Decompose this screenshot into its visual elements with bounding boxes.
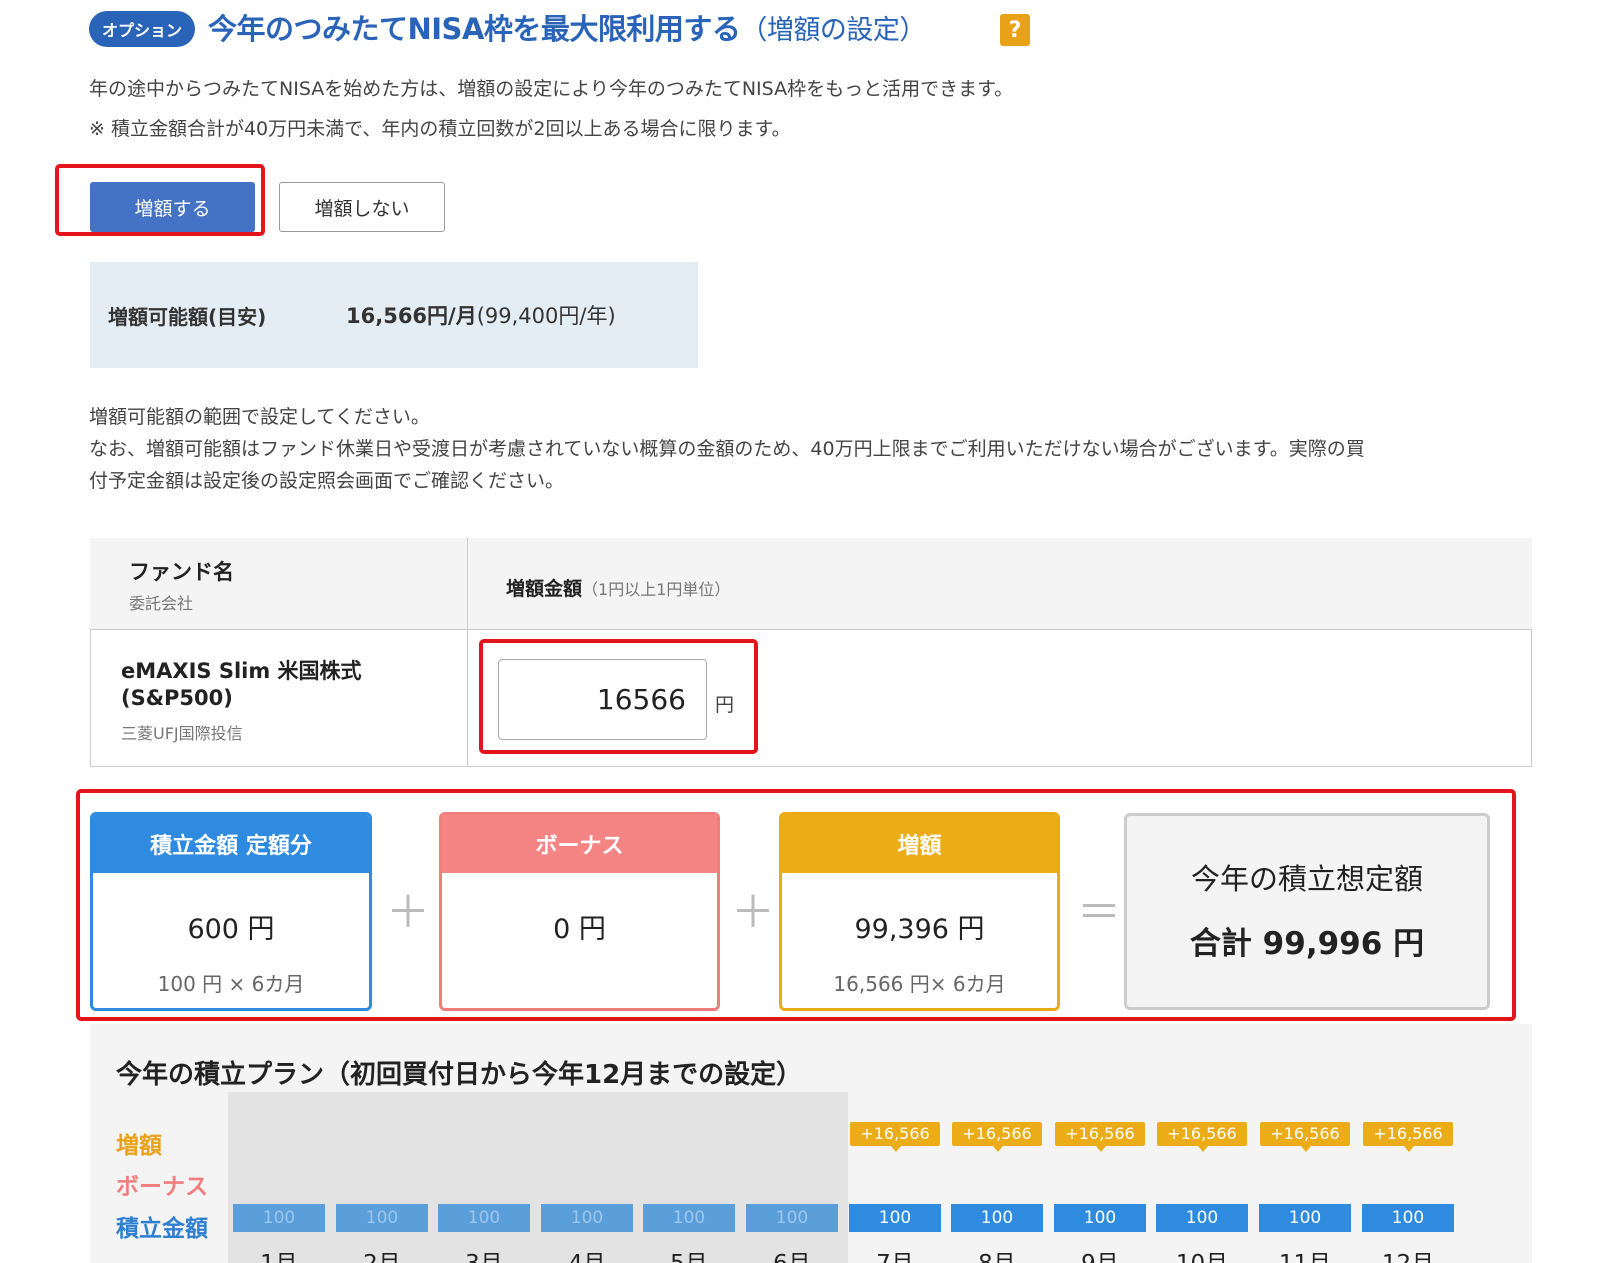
setting-note-3: 付予定金額は設定後の設定照会画面でご確認ください。 bbox=[89, 470, 565, 492]
available-monthly: 16,566円/月 bbox=[346, 304, 477, 328]
fixed-bar: 100 bbox=[1054, 1204, 1146, 1232]
card-bonus-title: ボーナス bbox=[442, 815, 717, 873]
header-amount-label: 増額金額 bbox=[506, 578, 583, 600]
month-label: 12月 bbox=[1362, 1244, 1454, 1263]
header-company: 委託会社 bbox=[129, 594, 194, 613]
card-increase-title: 増額 bbox=[782, 815, 1057, 873]
card-increase-value: 99,396 円 bbox=[854, 914, 985, 945]
header-amount-note: （1円以上1円単位） bbox=[582, 580, 731, 599]
plan-title: 今年の積立プラン（初回買付日から今年12月までの設定） bbox=[116, 1060, 803, 1090]
title-main: 今年のつみたてNISA枠を最大限利用する bbox=[208, 12, 741, 46]
fixed-bar: 100 bbox=[1156, 1204, 1248, 1232]
plan-label-increase: 増額 bbox=[116, 1133, 162, 1159]
increase-bar: +16,566 bbox=[850, 1122, 940, 1152]
setting-note-2: なお、増額可能額はファンド休業日や受渡日が考慮されていない概算の金額のため、40… bbox=[89, 438, 1365, 460]
table-divider bbox=[467, 538, 468, 767]
increase-amount-input[interactable] bbox=[498, 659, 707, 740]
equals-sign: ＝ bbox=[1077, 887, 1121, 938]
available-amount-label: 増額可能額(目安) bbox=[108, 305, 267, 329]
month-label: 1月 bbox=[233, 1244, 325, 1263]
total-value: 合計 99,996 円 bbox=[1189, 926, 1425, 962]
fund-table-header bbox=[90, 538, 1532, 630]
fixed-bar: 100 bbox=[1259, 1204, 1351, 1232]
condition-note: ※ 積立金額合計が40万円未満で、年内の積立回数が2回以上ある場合に限ります。 bbox=[89, 118, 791, 140]
plus-sign: ＋ bbox=[386, 887, 430, 938]
page-title: 今年のつみたてNISA枠を最大限利用する（増額の設定） bbox=[208, 6, 926, 48]
increase-bar: +16,566 bbox=[1363, 1122, 1453, 1152]
month-label: 5月 bbox=[643, 1244, 735, 1263]
fund-name: eMAXIS Slim 米国株式 bbox=[121, 659, 362, 683]
month-label: 9月 bbox=[1054, 1244, 1146, 1263]
month-label: 3月 bbox=[438, 1244, 530, 1263]
amount-unit: 円 bbox=[715, 694, 735, 716]
fixed-bar: 100 bbox=[438, 1204, 530, 1232]
card-fixed-title: 積立金額 定額分 bbox=[93, 815, 369, 873]
card-bonus: ボーナス 0 円 bbox=[439, 812, 720, 1011]
available-amount-value: 16,566円/月(99,400円/年) bbox=[346, 300, 616, 330]
month-label: 7月 bbox=[849, 1244, 941, 1263]
fund-company: 三菱UFJ国際投信 bbox=[121, 724, 243, 743]
increase-button[interactable]: 増額する bbox=[90, 182, 255, 232]
fixed-bar: 100 bbox=[643, 1204, 735, 1232]
month-label: 10月 bbox=[1156, 1244, 1248, 1263]
card-total: 今年の積立想定額 合計 99,996 円 bbox=[1124, 813, 1490, 1010]
plan-label-bonus: ボーナス bbox=[116, 1174, 208, 1200]
title-sub: （増額の設定） bbox=[740, 15, 926, 46]
fixed-bar: 100 bbox=[849, 1204, 941, 1232]
no-increase-button[interactable]: 増額しない bbox=[279, 182, 445, 232]
month-label: 4月 bbox=[541, 1244, 633, 1263]
option-badge: オプション bbox=[89, 11, 195, 47]
fixed-bar: 100 bbox=[1362, 1204, 1454, 1232]
fixed-bar: 100 bbox=[951, 1204, 1043, 1232]
month-label: 11月 bbox=[1259, 1244, 1351, 1263]
description-text: 年の途中からつみたてNISAを始めた方は、増額の設定により今年のつみたてNISA… bbox=[89, 78, 1014, 100]
card-bonus-value: 0 円 bbox=[553, 914, 606, 945]
increase-bar: +16,566 bbox=[1157, 1122, 1247, 1152]
card-fixed-detail: 100 円 × 6カ月 bbox=[157, 972, 305, 996]
month-label: 2月 bbox=[336, 1244, 428, 1263]
plan-label-fixed: 積立金額 bbox=[116, 1216, 208, 1242]
fixed-bar: 100 bbox=[233, 1204, 325, 1232]
month-label: 8月 bbox=[951, 1244, 1043, 1263]
card-fixed-amount: 積立金額 定額分 600 円 100 円 × 6カ月 bbox=[90, 812, 372, 1011]
header-fund-name: ファンド名 bbox=[129, 560, 234, 584]
past-months-mask bbox=[228, 1092, 848, 1263]
fixed-bar: 100 bbox=[746, 1204, 838, 1232]
fixed-bar: 100 bbox=[541, 1204, 633, 1232]
increase-bar: +16,566 bbox=[1055, 1122, 1145, 1152]
setting-note-1: 増額可能額の範囲で設定してください。 bbox=[89, 406, 430, 428]
total-title: 今年の積立想定額 bbox=[1190, 862, 1423, 896]
plus-sign: ＋ bbox=[731, 887, 775, 938]
available-yearly: (99,400円/年) bbox=[476, 304, 616, 328]
increase-bar: +16,566 bbox=[952, 1122, 1042, 1152]
month-label: 6月 bbox=[746, 1244, 838, 1263]
increase-bar: +16,566 bbox=[1260, 1122, 1350, 1152]
header-increase-amount: 増額金額（1円以上1円単位） bbox=[506, 574, 730, 601]
card-increase: 増額 99,396 円 16,566 円× 6カ月 bbox=[779, 812, 1060, 1011]
help-icon[interactable]: ? bbox=[1000, 14, 1030, 46]
card-fixed-value: 600 円 bbox=[187, 914, 275, 945]
fixed-bar: 100 bbox=[336, 1204, 428, 1232]
card-increase-detail: 16,566 円× 6カ月 bbox=[833, 972, 1006, 996]
fund-name-sub: (S&P500) bbox=[121, 686, 233, 710]
